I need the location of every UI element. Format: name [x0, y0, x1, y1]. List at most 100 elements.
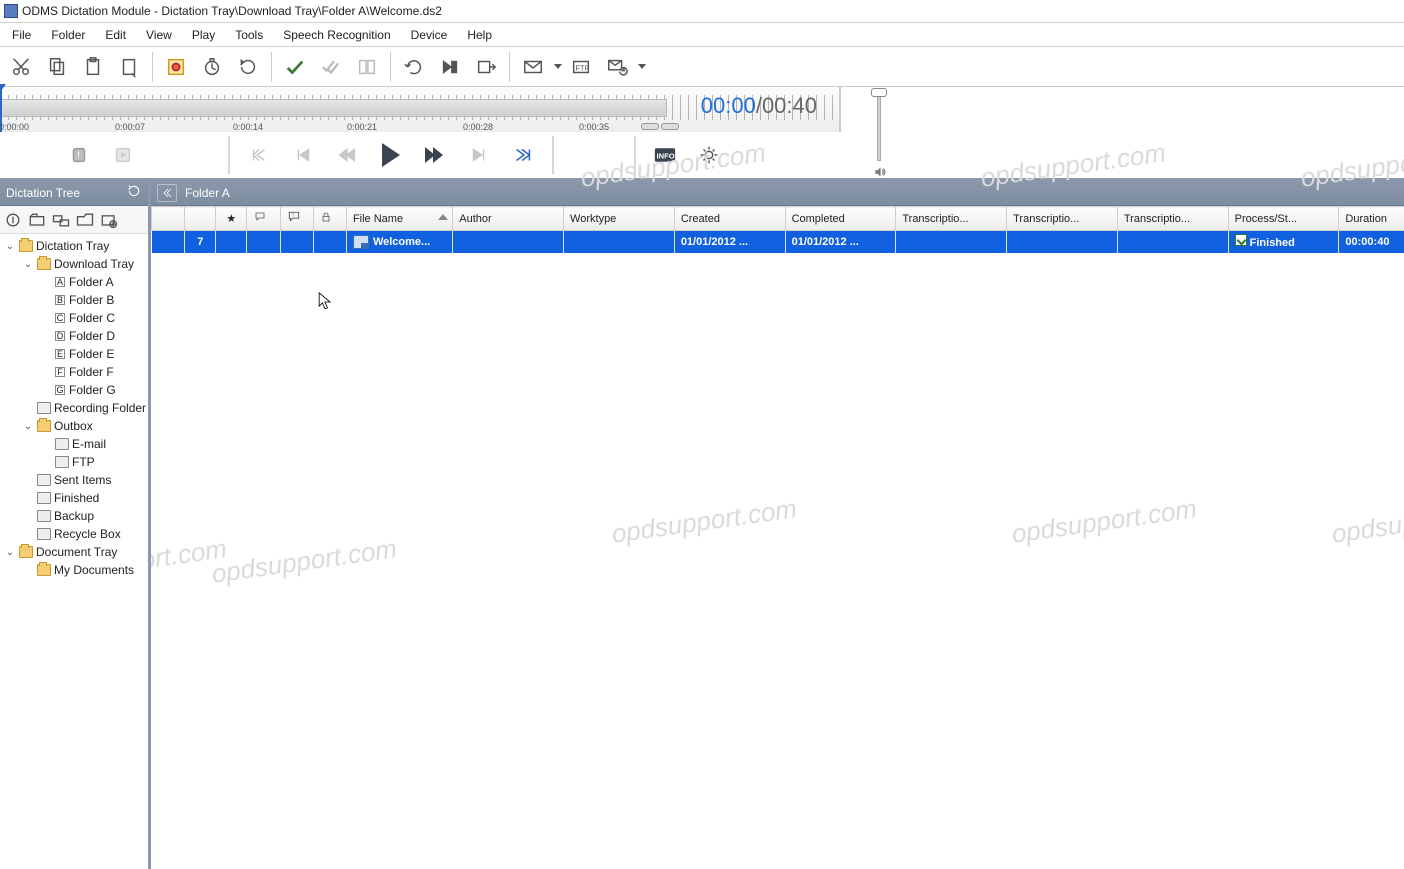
goto-end-all-button[interactable] [504, 138, 542, 172]
col-star[interactable]: ★ [216, 207, 247, 231]
email-dropdown-icon[interactable] [554, 64, 562, 69]
resume-button[interactable] [104, 138, 142, 172]
cell-created: 01/01/2012 ... [674, 231, 785, 253]
dictionary-button[interactable] [350, 50, 384, 84]
sidebar-refresh-icon[interactable] [126, 183, 142, 202]
trash-icon [37, 528, 51, 540]
sync-mail-button[interactable] [600, 50, 634, 84]
export-button[interactable] [469, 50, 503, 84]
zoom-scrollbar[interactable] [641, 123, 679, 130]
goto-start-button[interactable] [284, 138, 322, 172]
tree-collapse-button[interactable] [2, 209, 24, 231]
tree-item-e-mail[interactable]: E-mail [2, 435, 146, 453]
paste-special-button[interactable] [112, 50, 146, 84]
tree-item-ftp[interactable]: FTP [2, 453, 146, 471]
chevron-down-icon[interactable]: ⌄ [4, 241, 16, 252]
tree-item-folder-c[interactable]: CFolder C [2, 309, 146, 327]
col-comment[interactable] [247, 207, 280, 231]
col-created[interactable]: Created [674, 207, 785, 231]
col-worktype[interactable]: Worktype [564, 207, 675, 231]
col-completed[interactable]: Completed [785, 207, 896, 231]
col-tr2[interactable]: Transcriptio... [1007, 207, 1118, 231]
tree-item-folder-f[interactable]: FFolder F [2, 363, 146, 381]
record-cycle-button[interactable] [231, 50, 265, 84]
ftp-button[interactable]: FTP [564, 50, 598, 84]
menu-edit[interactable]: Edit [95, 25, 136, 45]
tree-item-finished[interactable]: Finished [2, 489, 146, 507]
menu-play[interactable]: Play [182, 25, 225, 45]
chevron-down-icon[interactable]: ⌄ [22, 421, 34, 432]
tree-item-my-documents[interactable]: My Documents [2, 561, 146, 579]
tree-item-document-tray[interactable]: ⌄Document Tray [2, 543, 146, 561]
volume-slider-track[interactable] [877, 91, 881, 161]
undo-button[interactable] [397, 50, 431, 84]
timeline[interactable]: 0:00:000:00:070:00:140:00:210:00:280:00:… [0, 87, 840, 132]
table-row[interactable]: 7Welcome...01/01/2012 ...01/01/2012 ...F… [152, 231, 1404, 253]
cut-button[interactable] [4, 50, 38, 84]
col-lock[interactable] [313, 207, 346, 231]
record-button[interactable] [159, 50, 193, 84]
back-button[interactable] [157, 184, 177, 202]
menu-tools[interactable]: Tools [225, 25, 273, 45]
new-folder-button[interactable] [26, 209, 48, 231]
copy-button[interactable] [40, 50, 74, 84]
chevron-down-icon[interactable]: ⌄ [4, 547, 16, 558]
menu-view[interactable]: View [136, 25, 182, 45]
rewind-button[interactable] [328, 138, 366, 172]
menu-device[interactable]: Device [401, 25, 458, 45]
tree-item-sent-items[interactable]: Sent Items [2, 471, 146, 489]
new-subfolder-button[interactable] [50, 209, 72, 231]
folder-letter-icon: D [55, 331, 65, 341]
col-file[interactable]: File Name [346, 207, 452, 231]
tree-item-download-tray[interactable]: ⌄Download Tray [2, 255, 146, 273]
backup-icon [37, 510, 51, 522]
settings-button[interactable] [690, 138, 728, 172]
goto-end-button[interactable] [460, 138, 498, 172]
col-author[interactable]: Author [453, 207, 564, 231]
record-timer-button[interactable] [195, 50, 229, 84]
dictation-tree[interactable]: ⌄Dictation Tray⌄Download TrayAFolder ABF… [0, 234, 148, 869]
tree-item-folder-b[interactable]: BFolder B [2, 291, 146, 309]
col-flag[interactable]: ! [280, 207, 313, 231]
menu-file[interactable]: File [2, 25, 41, 45]
mark-done-all-button[interactable] [314, 50, 348, 84]
cell-duration: 00:00:40 [1339, 231, 1404, 253]
cell-file: Welcome... [346, 231, 452, 253]
tree-item-recycle-box[interactable]: Recycle Box [2, 525, 146, 543]
table-header-row[interactable]: ★! File NameAuthorWorktypeCreatedComplete… [152, 207, 1404, 231]
cell-completed: 01/01/2012 ... [785, 231, 896, 253]
sync-dropdown-icon[interactable] [638, 64, 646, 69]
folder-settings-button[interactable] [98, 209, 120, 231]
mark-done-button[interactable] [278, 50, 312, 84]
fast-forward-button[interactable] [416, 138, 454, 172]
menu-help[interactable]: Help [457, 25, 502, 45]
tree-item-folder-d[interactable]: DFolder D [2, 327, 146, 345]
folder-open-button[interactable] [74, 209, 96, 231]
play-button[interactable] [372, 138, 410, 172]
tree-item-folder-e[interactable]: EFolder E [2, 345, 146, 363]
tree-item-recording-folder[interactable]: Recording Folder [2, 399, 146, 417]
email-button[interactable] [516, 50, 550, 84]
tree-item-backup[interactable]: Backup [2, 507, 146, 525]
col-process[interactable]: Process/St... [1228, 207, 1339, 231]
tree-item-folder-g[interactable]: GFolder G [2, 381, 146, 399]
info-button[interactable]: INFO [646, 138, 684, 172]
col-sel[interactable] [152, 207, 185, 231]
volume-slider-thumb[interactable] [871, 88, 887, 97]
goto-start-all-button[interactable] [240, 138, 278, 172]
col-tr3[interactable]: Transcriptio... [1117, 207, 1228, 231]
paste-button[interactable] [76, 50, 110, 84]
col-num[interactable] [185, 207, 216, 231]
tree-item-outbox[interactable]: ⌄Outbox [2, 417, 146, 435]
folder-icon [19, 240, 33, 252]
skip-forward-button[interactable] [433, 50, 467, 84]
menu-speech-recognition[interactable]: Speech Recognition [273, 25, 400, 45]
marker-button[interactable]: ! [60, 138, 98, 172]
tree-item-folder-a[interactable]: AFolder A [2, 273, 146, 291]
col-tr1[interactable]: Transcriptio... [896, 207, 1007, 231]
chevron-down-icon[interactable]: ⌄ [22, 259, 34, 270]
file-table[interactable]: ★! File NameAuthorWorktypeCreatedComplete… [151, 206, 1404, 253]
menu-folder[interactable]: Folder [41, 25, 95, 45]
tree-item-dictation-tray[interactable]: ⌄Dictation Tray [2, 237, 146, 255]
col-duration[interactable]: Duration [1339, 207, 1404, 231]
